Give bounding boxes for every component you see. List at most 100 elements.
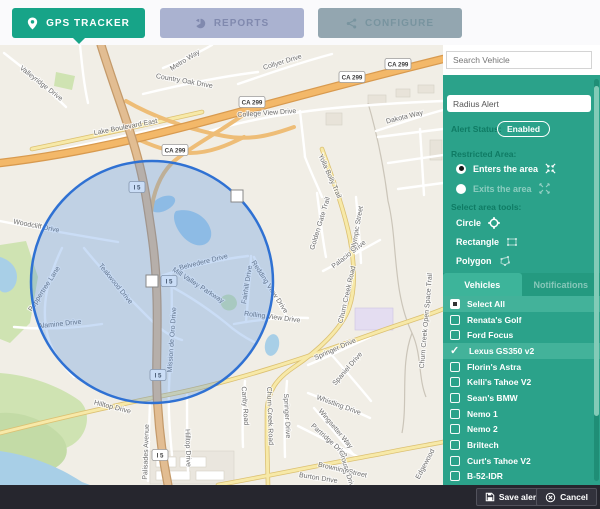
vehicle-label: Nemo 2	[467, 424, 498, 434]
tool-polygon[interactable]: Polygon	[456, 255, 511, 267]
radio-label: Exits the area	[473, 184, 532, 194]
vehicle-label: Nemo 1	[467, 409, 498, 419]
checkbox-empty[interactable]	[450, 409, 460, 419]
checkbox-empty[interactable]	[450, 330, 460, 340]
sidebar: Alert Status: Enabled Restricted Area: E…	[443, 45, 600, 485]
vehicle-label: Kelli's Tahoe V2	[467, 377, 531, 387]
street-label: Hilltop Drive	[183, 429, 191, 467]
sidebar-scrollbar	[594, 79, 599, 481]
tab-gps-tracker[interactable]: GPS TRACKER	[12, 8, 145, 38]
shield-text: CA 299	[242, 99, 263, 106]
tab-label: GPS TRACKER	[46, 18, 130, 29]
shield-ca299: CA 299	[339, 72, 365, 83]
vehicle-row[interactable]: Kelli's Tahoe V2	[443, 374, 600, 390]
vehicle-row[interactable]: Florin's Astra	[443, 359, 600, 375]
vehicle-label: Select All	[467, 299, 505, 309]
expand-arrows-icon	[539, 183, 550, 194]
vehicle-row[interactable]: Ford Focus	[443, 327, 600, 343]
shield-text: I 5	[157, 452, 164, 459]
alert-name-input[interactable]	[447, 95, 591, 112]
tool-circle[interactable]: Circle	[456, 217, 500, 229]
cancel-label: Cancel	[560, 492, 588, 502]
shield-text: CA 299	[342, 74, 363, 81]
tab-vehicles[interactable]: Vehicles	[443, 273, 522, 296]
vehicle-label: B-52-IDR	[467, 471, 503, 481]
save-alert-label: Save alert	[499, 492, 539, 502]
vehicle-row[interactable]: Curt's Tahoe V2	[443, 453, 600, 469]
area-tools-label: Select area tools:	[451, 202, 521, 212]
vehicle-row[interactable]: B-52-IDR	[443, 469, 600, 485]
map-canvas[interactable]: Valleyridge DriveMetro WayCountry Oak Dr…	[0, 45, 443, 485]
vehicle-list: Select All Renata's Golf Ford Focus ✓ Lexus …	[443, 296, 600, 485]
checkbox-empty[interactable]	[450, 393, 460, 403]
tool-rectangle[interactable]: Rectangle	[456, 236, 518, 248]
circle-resize-handle[interactable]	[231, 190, 243, 202]
checkbox-empty[interactable]	[450, 424, 460, 434]
shield-ca299: CA 299	[385, 59, 411, 70]
checkbox-indeterminate[interactable]	[450, 299, 460, 309]
vehicle-row[interactable]: ✓ Lexus GS350 v2	[443, 343, 600, 359]
checkbox-empty[interactable]	[450, 471, 460, 481]
vehicle-label: Florin's Astra	[467, 362, 521, 372]
cancel-button[interactable]: Cancel	[536, 488, 597, 506]
radio-enters-area[interactable]: Enters the area	[456, 163, 556, 174]
compress-arrows-icon	[545, 163, 556, 174]
shield-i5: I 5	[152, 450, 168, 461]
tab-notifications[interactable]: Notifications	[522, 273, 600, 296]
vehicle-row[interactable]: Nemo 1	[443, 406, 600, 422]
radio-button-selected[interactable]	[456, 164, 466, 174]
tab-label: REPORTS	[214, 18, 269, 29]
vehicle-row[interactable]: Nemo 2	[443, 422, 600, 438]
checkbox-empty[interactable]	[450, 440, 460, 450]
checkbox-empty[interactable]	[450, 362, 460, 372]
shield-ca299: CA 299	[239, 97, 265, 108]
active-tab-pointer	[73, 38, 85, 44]
location-pin-icon	[27, 17, 38, 30]
search-vehicle-input[interactable]	[446, 51, 592, 69]
checkbox-empty[interactable]	[450, 315, 460, 325]
share-nodes-icon	[346, 18, 357, 29]
map-svg: Valleyridge DriveMetro WayCountry Oak Dr…	[0, 45, 443, 485]
pie-chart-icon	[195, 18, 206, 29]
vehicle-row[interactable]: Sean's BMW	[443, 390, 600, 406]
radio-button[interactable]	[456, 184, 466, 194]
tab-label: CONFIGURE	[365, 18, 434, 29]
vehicle-row[interactable]: Briltech	[443, 437, 600, 453]
vehicle-label: Briltech	[467, 440, 499, 450]
cancel-circle-x-icon	[545, 492, 556, 503]
vehicle-label: Sean's BMW	[467, 393, 518, 403]
restricted-area-label: Restricted Area:	[451, 149, 516, 159]
checkbox-empty[interactable]	[450, 456, 460, 466]
tool-label: Circle	[456, 218, 481, 228]
vehicle-label: Ford Focus	[467, 330, 513, 340]
top-nav: GPS TRACKER REPORTS CONFIGURE	[0, 0, 600, 45]
shield-text: CA 299	[165, 147, 186, 154]
vehicle-label: Lexus GS350 v2	[469, 346, 534, 356]
radio-exits-area[interactable]: Exits the area	[456, 183, 550, 194]
polygon-tool-icon	[499, 255, 511, 267]
alert-status-label: Alert Status:	[451, 124, 502, 134]
footer-bar: Save alert Cancel	[0, 485, 600, 509]
rectangle-tool-icon	[506, 236, 518, 248]
checkbox-checked-icon[interactable]: ✓	[450, 346, 462, 356]
vehicle-row[interactable]: Renata's Golf	[443, 312, 600, 328]
tool-label: Rectangle	[456, 237, 499, 247]
alert-panel: Alert Status: Enabled Restricted Area: E…	[443, 75, 600, 485]
select-all-row[interactable]: Select All	[443, 296, 600, 312]
tab-reports[interactable]: REPORTS	[160, 8, 304, 38]
circle-center-handle[interactable]	[146, 275, 158, 287]
radio-label: Enters the area	[473, 164, 538, 174]
checkbox-empty[interactable]	[450, 377, 460, 387]
vehicle-notification-tabs: Vehicles Notifications	[443, 273, 600, 296]
shield-text: CA 299	[388, 61, 409, 68]
circle-tool-icon	[488, 217, 500, 229]
shield-ca299: CA 299	[162, 145, 188, 156]
tab-configure[interactable]: CONFIGURE	[318, 8, 462, 38]
gps-tracker-app: GPS TRACKER REPORTS CONFIGURE	[0, 0, 600, 509]
alert-status-toggle[interactable]: Enabled	[497, 121, 550, 137]
search-strip	[443, 45, 600, 75]
save-disk-icon	[485, 492, 495, 502]
scrollbar-thumb[interactable]	[594, 86, 599, 416]
vehicle-label: Renata's Golf	[467, 315, 521, 325]
tool-label: Polygon	[456, 256, 492, 266]
